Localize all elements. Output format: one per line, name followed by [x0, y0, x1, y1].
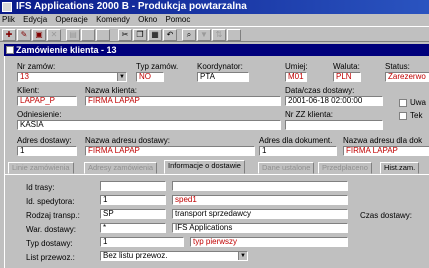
blank-icon[interactable]	[96, 29, 110, 41]
uwagi-label: Uwa	[410, 98, 427, 107]
tab-hist-zam[interactable]: Hist.zam.	[380, 162, 420, 174]
tab-linie-zamowienia[interactable]: Linie zamówienia	[8, 162, 74, 174]
waluta-field[interactable]: PLN	[333, 72, 361, 82]
id-trasy-desc-field[interactable]	[172, 181, 348, 191]
nazwa-adr-dok-field[interactable]: FIRMA LAPAP	[343, 146, 429, 156]
edit-icon[interactable]: ✎	[17, 29, 31, 41]
typ-dostawy-desc-field[interactable]: typ pierwszy	[190, 237, 348, 247]
odniesienie-label: Odniesienie:	[17, 110, 62, 119]
uwagi-checkbox[interactable]	[399, 99, 407, 107]
war-dostawy-label: War. dostawy:	[26, 225, 76, 234]
rodzaj-transp-label: Rodzaj transp.:	[26, 211, 80, 220]
tab-bar: Linie zamówienia Adresy zamówienia Infor…	[4, 160, 429, 174]
copy-icon[interactable]: ❐	[133, 29, 147, 41]
rodzaj-transp-desc-field[interactable]: transport sprzedawcy	[172, 209, 348, 219]
rodzaj-transp-field[interactable]: SP	[100, 209, 166, 219]
tekst-checkbox[interactable]	[399, 112, 407, 120]
typ-zamow-label: Typ zamów.	[136, 62, 179, 71]
chevron-down-icon[interactable]: ▼	[117, 73, 126, 81]
nr-zz-field[interactable]	[285, 120, 383, 130]
menu-edycja[interactable]: Edycja	[23, 15, 47, 24]
toolbar: ✚ ✎ ▣ ✕ ▤ ✂ ❐ ▦ ↶ ⌕ ▼ ⇅	[0, 26, 429, 42]
chevron-down-icon[interactable]: ▼	[238, 252, 247, 260]
koordynator-label: Koordynator:	[197, 62, 243, 71]
nazwa-adr-dok-label: Nazwa adresu dla dok	[343, 136, 423, 145]
window-icon	[6, 46, 14, 54]
delivery-info-panel: Id trasy: Id. spedytora: 1 sped1 Rodzaj …	[4, 174, 429, 268]
data-dostawy-field[interactable]: 2001-06-18 02:00:00	[285, 96, 383, 106]
save-icon[interactable]: ▣	[32, 29, 46, 41]
id-trasy-field[interactable]	[100, 181, 166, 191]
nr-zamow-field[interactable]: 13 ▼	[17, 72, 127, 82]
koordynator-field[interactable]: PTA	[197, 72, 249, 82]
delete-icon[interactable]: ✕	[47, 29, 61, 41]
app-icon	[2, 2, 12, 12]
undo-icon[interactable]: ↶	[163, 29, 177, 41]
status-field[interactable]: Zarezerwo	[385, 72, 429, 82]
id-spedytora-label: Id. spedytora:	[26, 197, 75, 206]
klient-field[interactable]: LAPAP_P	[17, 96, 77, 106]
klient-label: Klient:	[17, 86, 40, 95]
menu-operacje[interactable]: Operacje	[55, 15, 87, 24]
tab-dane-ustalone[interactable]: Dane ustalone	[258, 162, 315, 174]
nr-zamow-label: Nr zamów:	[17, 62, 56, 71]
id-spedytora-field[interactable]: 1	[100, 195, 166, 205]
nazwa-klienta-label: Nazwa klienta:	[85, 86, 138, 95]
paste-icon[interactable]: ▦	[148, 29, 162, 41]
list-przewoz-select[interactable]: Bez listu przewoz. ▼	[100, 251, 248, 261]
nazwa-klienta-field[interactable]: FIRMA LAPAP	[85, 96, 281, 106]
umiej-field[interactable]: M01	[285, 72, 307, 82]
blank-icon[interactable]	[81, 29, 95, 41]
czas-dostawy-label: Czas dostawy:	[360, 211, 413, 220]
adres-dok-label: Adres dla dokument.	[259, 136, 333, 145]
blank-icon[interactable]	[227, 29, 241, 41]
typ-zamow-field[interactable]: NO	[136, 72, 164, 82]
nazwa-adr-dost-label: Nazwa adresu dostawy:	[85, 136, 170, 145]
cut-icon[interactable]: ✂	[118, 29, 132, 41]
sort-icon[interactable]: ⇅	[212, 29, 226, 41]
app-title-bar: IFS Applications 2000 B - Produkcja powt…	[0, 0, 429, 14]
id-spedytora-desc-field[interactable]: sped1	[172, 195, 348, 205]
menu-pomoc[interactable]: Pomoc	[165, 15, 190, 24]
doc-icon[interactable]: ▤	[66, 29, 80, 41]
adres-dostawy-field[interactable]: 1	[17, 146, 77, 156]
app-title: IFS Applications 2000 B - Produkcja powt…	[16, 1, 247, 12]
menu-bar: Plik Edycja Operacje Komendy Okno Pomoc	[0, 14, 429, 26]
odniesienie-field[interactable]: KASIA	[17, 120, 281, 130]
war-dostawy-desc-field[interactable]: IFS Applications	[172, 223, 348, 233]
adres-dostawy-label: Adres dostawy:	[17, 136, 72, 145]
umiej-label: Umiej:	[285, 62, 308, 71]
window-title-bar: Zamówienie klienta - 13	[4, 44, 429, 56]
menu-plik[interactable]: Plik	[2, 15, 15, 24]
data-dostawy-label: Data/czas dostawy:	[285, 86, 355, 95]
filter-icon[interactable]: ▼	[197, 29, 211, 41]
tab-informacje-o-dostawie[interactable]: Informacje o dostawie	[164, 160, 245, 174]
menu-okno[interactable]: Okno	[138, 15, 157, 24]
list-przewoz-label: List przewoz.:	[26, 253, 75, 262]
status-label: Status:	[385, 62, 410, 71]
adres-dok-field[interactable]: 1	[259, 146, 337, 156]
war-dostawy-field[interactable]: *	[100, 223, 166, 233]
tekst-label: Tek	[410, 111, 423, 120]
tab-adresy-zamowienia[interactable]: Adresy zamówienia	[84, 162, 158, 174]
tab-przedplaceno[interactable]: Przedpłaceno	[318, 162, 372, 174]
nazwa-adr-dost-field[interactable]: FIRMA LAPAP	[85, 146, 255, 156]
find-icon[interactable]: ⌕	[182, 29, 196, 41]
typ-dostawy-field[interactable]: 1	[100, 237, 184, 247]
menu-komendy[interactable]: Komendy	[96, 15, 130, 24]
nr-zz-label: Nr ZZ klienta:	[285, 110, 334, 119]
typ-dostawy-label: Typ dostawy:	[26, 239, 73, 248]
new-icon[interactable]: ✚	[2, 29, 16, 41]
waluta-label: Waluta:	[333, 62, 360, 71]
window-title: Zamówienie klienta - 13	[16, 45, 117, 55]
id-trasy-label: Id trasy:	[26, 183, 55, 192]
